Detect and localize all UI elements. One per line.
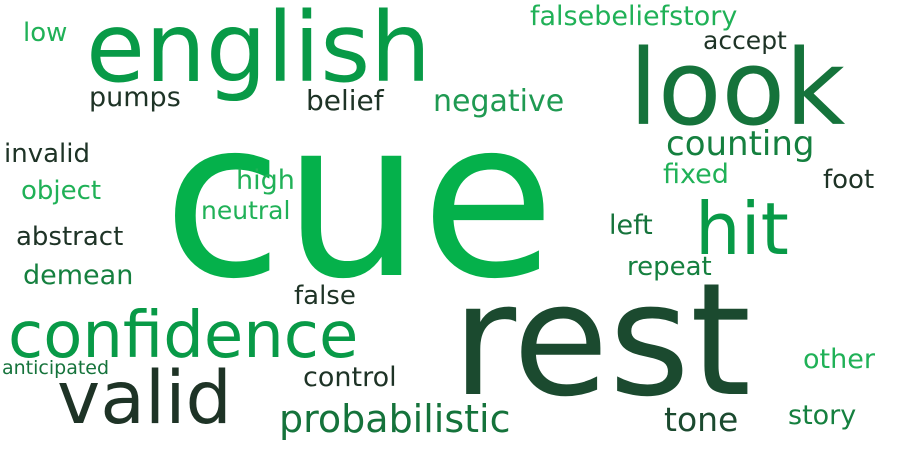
word-cloud: cue rest english look confidence valid h… bbox=[0, 0, 900, 450]
word-false: false bbox=[294, 281, 356, 311]
word-pumps: pumps bbox=[89, 82, 181, 113]
word-control: control bbox=[303, 362, 397, 393]
word-accept: accept bbox=[703, 26, 787, 55]
word-belief: belief bbox=[306, 84, 384, 117]
word-probabilistic: probabilistic bbox=[279, 397, 511, 441]
word-repeat: repeat bbox=[627, 252, 712, 282]
word-object: object bbox=[21, 176, 102, 206]
word-invalid: invalid bbox=[4, 139, 90, 169]
word-left: left bbox=[609, 210, 653, 241]
word-negative: negative bbox=[433, 84, 565, 119]
word-fixed: fixed bbox=[663, 159, 729, 190]
word-counting: counting bbox=[666, 124, 815, 164]
word-anticipated: anticipated bbox=[2, 357, 110, 379]
word-other: other bbox=[803, 344, 875, 375]
word-story: story bbox=[788, 400, 857, 431]
word-high: high bbox=[236, 165, 295, 196]
word-low: low bbox=[23, 18, 68, 48]
word-rest: rest bbox=[452, 249, 752, 431]
word-neutral: neutral bbox=[201, 196, 291, 225]
word-foot: foot bbox=[823, 165, 875, 195]
word-abstract: abstract bbox=[16, 222, 124, 252]
word-demean: demean bbox=[23, 260, 134, 291]
word-tone: tone bbox=[664, 400, 739, 439]
